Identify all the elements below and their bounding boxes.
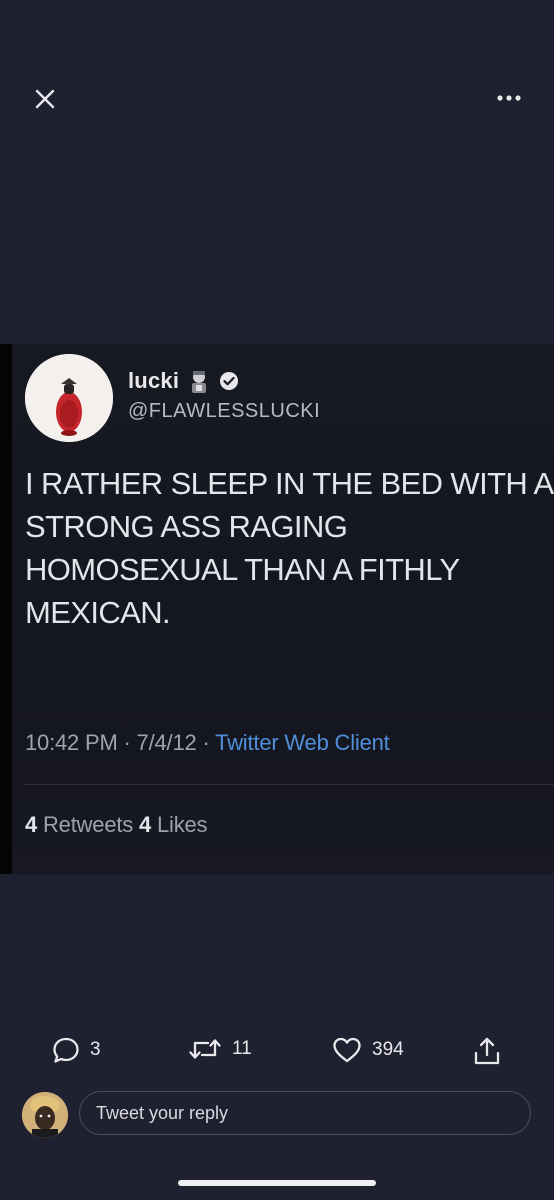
image-edge	[0, 344, 12, 874]
reply-input[interactable]: Tweet your reply	[79, 1091, 531, 1135]
embedded-tweet-text: I RATHER SLEEP IN THE BED WITH A STRONG …	[25, 466, 554, 630]
retweet-icon	[189, 1039, 221, 1059]
embedded-handle: @FLAWLESSLUCKI	[128, 400, 321, 422]
meta-separator: ·	[202, 730, 216, 755]
close-icon	[35, 89, 55, 109]
heart-icon	[333, 1037, 361, 1063]
embedded-tweet: lucki @FLAWLESSLUCKI I RATHER SLEEP IN T…	[12, 344, 554, 874]
retweet-button[interactable]: 11	[188, 1036, 252, 1062]
retweets-label: Retweets	[42, 812, 134, 837]
embedded-tweet-stats: 4 Retweets 4 Likes	[25, 812, 208, 838]
reply-button[interactable]: 3	[52, 1036, 101, 1064]
divider	[24, 784, 554, 785]
close-button[interactable]	[30, 84, 60, 114]
retweet-count: 11	[232, 1038, 252, 1059]
home-indicator[interactable]	[178, 1180, 376, 1186]
more-options-button[interactable]	[492, 86, 526, 110]
verified-badge-icon	[220, 372, 239, 390]
meta-separator: ·	[123, 730, 137, 755]
tweet-screenshot-image[interactable]: lucki @FLAWLESSLUCKI I RATHER SLEEP IN T…	[0, 344, 554, 874]
user-avatar[interactable]	[22, 1092, 68, 1138]
tweet-date: 7/4/12	[136, 730, 197, 755]
tweet-time: 10:42 PM	[25, 730, 118, 755]
reply-count: 3	[90, 1039, 101, 1060]
reply-icon	[53, 1037, 79, 1063]
embedded-tweet-meta: 10:42 PM · 7/4/12 · Twitter Web Client	[25, 730, 390, 756]
reply-placeholder: Tweet your reply	[96, 1102, 229, 1123]
tweet-action-bar: 3 11 394	[0, 1030, 554, 1074]
media-viewer: lucki @FLAWLESSLUCKI I RATHER SLEEP IN T…	[0, 0, 554, 1200]
embedded-avatar	[25, 354, 113, 442]
more-horizontal-icon	[497, 95, 521, 101]
share-button[interactable]	[473, 1036, 501, 1066]
retweets-count: 4	[25, 812, 38, 837]
emoji-icon	[192, 371, 207, 393]
like-button[interactable]: 394	[332, 1036, 404, 1064]
likes-label: Likes	[156, 812, 208, 837]
embedded-name-row: lucki	[128, 368, 239, 394]
like-count: 394	[372, 1039, 404, 1060]
embedded-display-name: lucki	[128, 368, 180, 393]
likes-count: 4	[139, 812, 152, 837]
share-icon	[474, 1037, 500, 1065]
tweet-client: Twitter Web Client	[215, 730, 390, 755]
